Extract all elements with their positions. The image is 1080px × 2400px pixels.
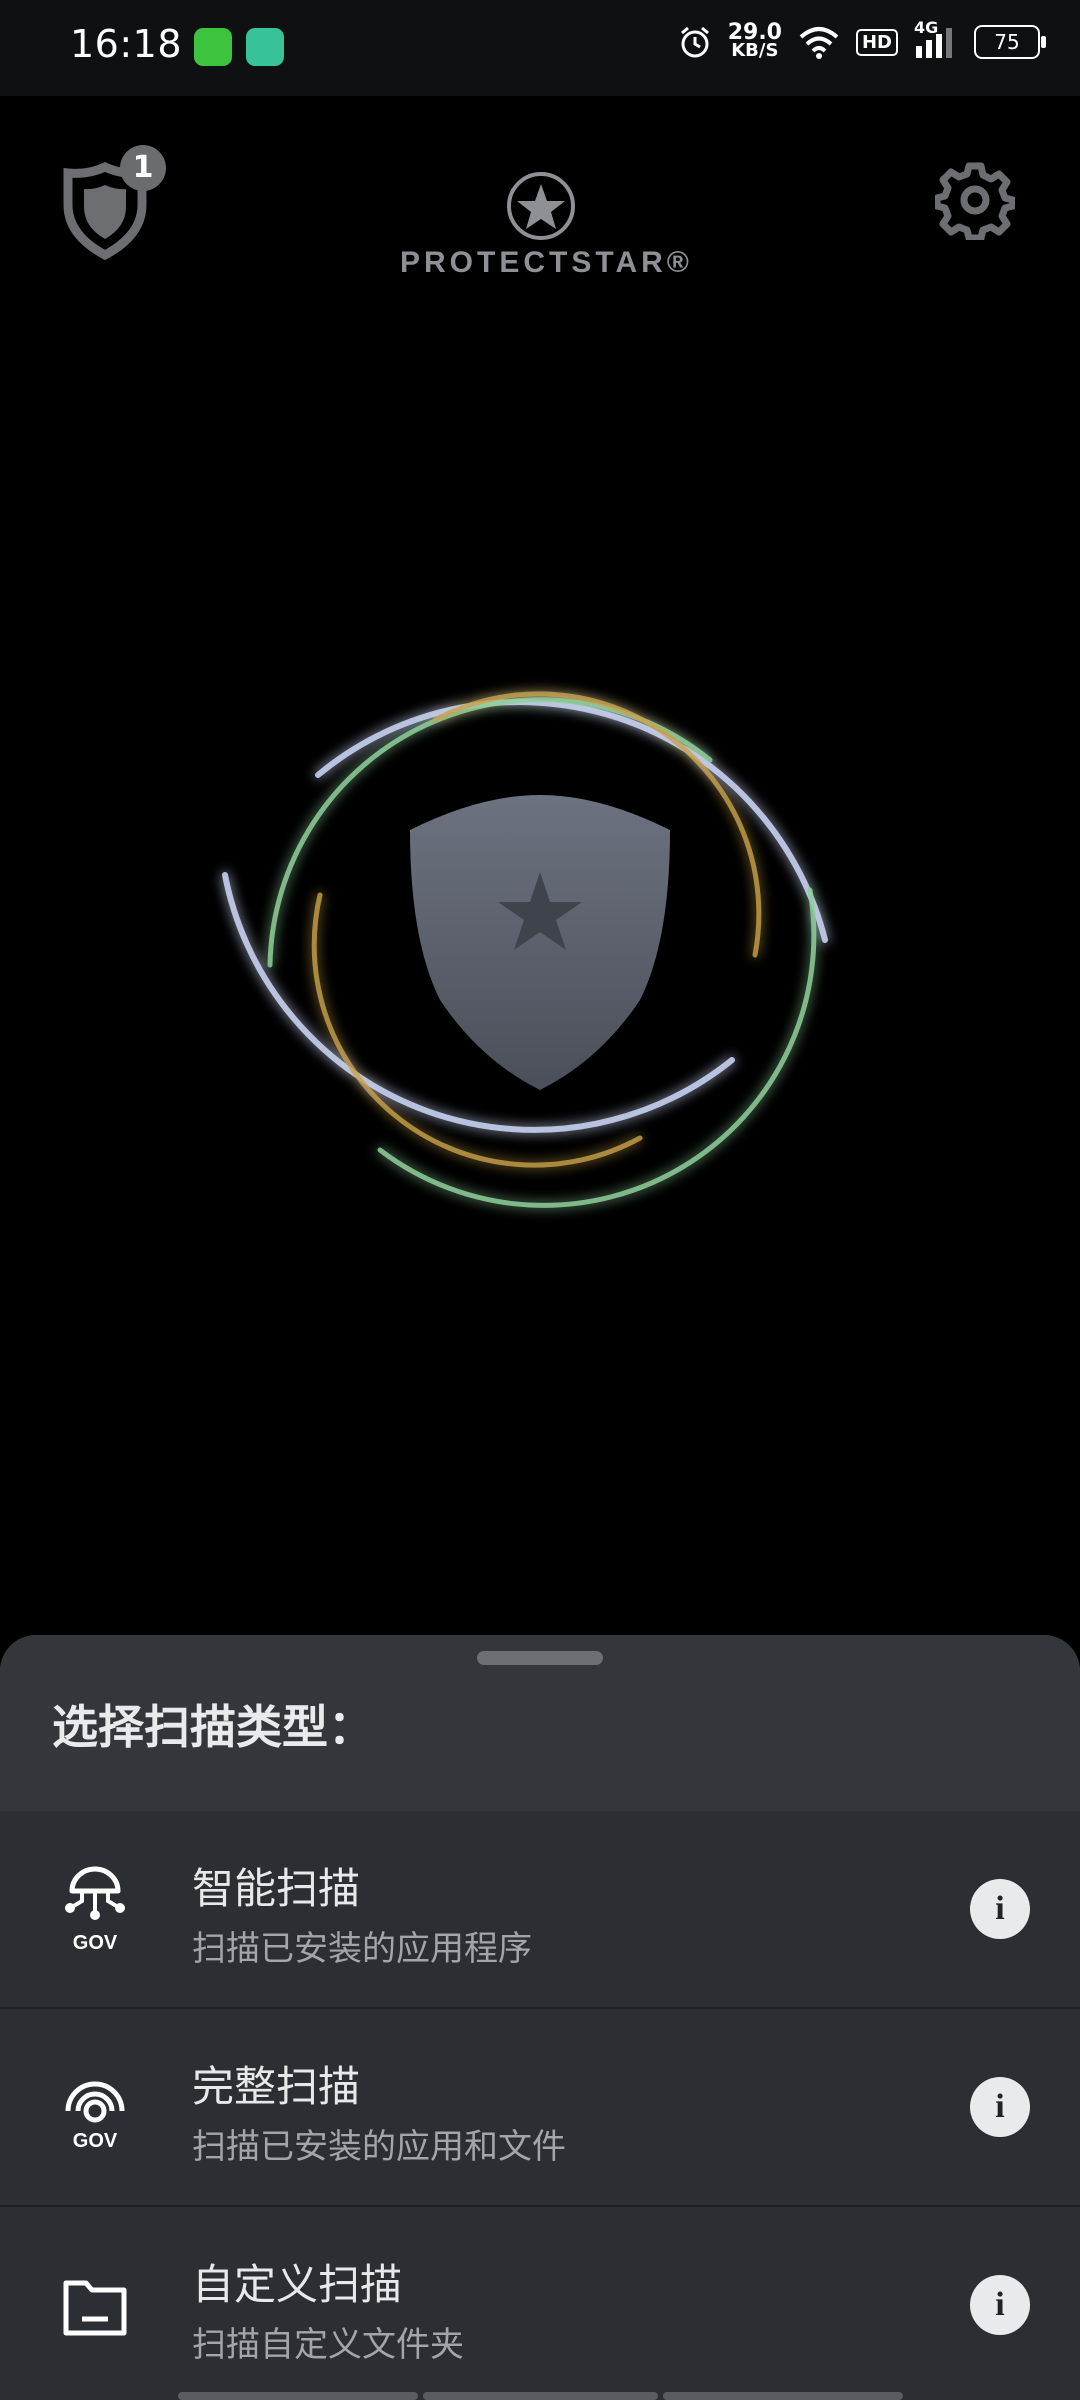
full-scan-title: 完整扫描 (192, 2062, 361, 2111)
status-time: 16:18 (70, 22, 183, 66)
full-scan-item[interactable]: GOV 完整扫描 扫描已安装的应用和文件 i (0, 2009, 1080, 2207)
info-icon: i (995, 2286, 1005, 2323)
scan-type-bottom-sheet: 选择扫描类型： GOV 智能扫描 扫描已安装的应用程序 i GOV 完整扫描 扫… (0, 1635, 1080, 2400)
bottom-nav-segment-3 (663, 2392, 903, 2400)
network-speed: 29.0 KB/S (728, 22, 782, 61)
wifi-icon (799, 27, 839, 59)
custom-scan-subtitle: 扫描自定义文件夹 (192, 2325, 464, 2365)
smart-scan-subtitle: 扫描已安装的应用程序 (192, 1929, 532, 1969)
smart-scan-icon: GOV (65, 1866, 125, 1954)
custom-scan-item[interactable]: 自定义扫描 扫描自定义文件夹 i (0, 2207, 1080, 2400)
full-scan-info-button[interactable]: i (970, 2077, 1030, 2137)
folder-icon (63, 2280, 127, 2336)
protectstar-logo-icon (507, 172, 575, 240)
info-icon: i (995, 1890, 1005, 1927)
battery-level: 75 (994, 30, 1020, 54)
status-bar: 16:18 29.0 KB/S HD 4G 75 (0, 0, 1080, 96)
signal-indicator: 4G (914, 18, 958, 60)
battery-icon: 75 (974, 25, 1046, 59)
full-scan-subtitle: 扫描已安装的应用和文件 (192, 2127, 566, 2167)
notification-badge: 1 (120, 145, 166, 191)
status-right-group: 29.0 KB/S HD 4G 75 (678, 18, 1046, 61)
settings-gear-icon[interactable] (935, 160, 1015, 240)
network-speed-unit: KB/S (731, 40, 779, 61)
alarm-icon (680, 26, 709, 58)
sheet-title: 选择扫描类型： (52, 1700, 374, 1754)
protectstar-logo-text: PROTECTSTAR® (400, 246, 693, 279)
center-shield (410, 795, 670, 1090)
sheet-header: 选择扫描类型： (0, 1635, 1080, 1811)
full-scan-gov-label: GOV (73, 2130, 118, 2152)
smart-scan-title: 智能扫描 (192, 1864, 361, 1913)
info-icon: i (995, 2088, 1005, 2125)
custom-scan-title: 自定义扫描 (192, 2260, 403, 2309)
smart-scan-info-button[interactable]: i (970, 1879, 1030, 1939)
bottom-nav-segment-2 (423, 2392, 658, 2400)
bottom-nav-segment-1 (178, 2392, 418, 2400)
hd-badge: HD (855, 28, 898, 56)
smart-scan-item[interactable]: GOV 智能扫描 扫描已安装的应用程序 i (0, 1811, 1080, 2009)
wallet-app-icon (246, 28, 284, 66)
custom-scan-info-button[interactable]: i (970, 2275, 1030, 2335)
full-scan-icon: GOV (65, 2081, 125, 2152)
signal-icon (916, 28, 952, 58)
smart-scan-gov-label: GOV (73, 1932, 118, 1954)
chat-app-icon (194, 28, 232, 66)
protection-status-graphic[interactable] (200, 590, 880, 1270)
sheet-drag-handle[interactable] (477, 1651, 603, 1665)
